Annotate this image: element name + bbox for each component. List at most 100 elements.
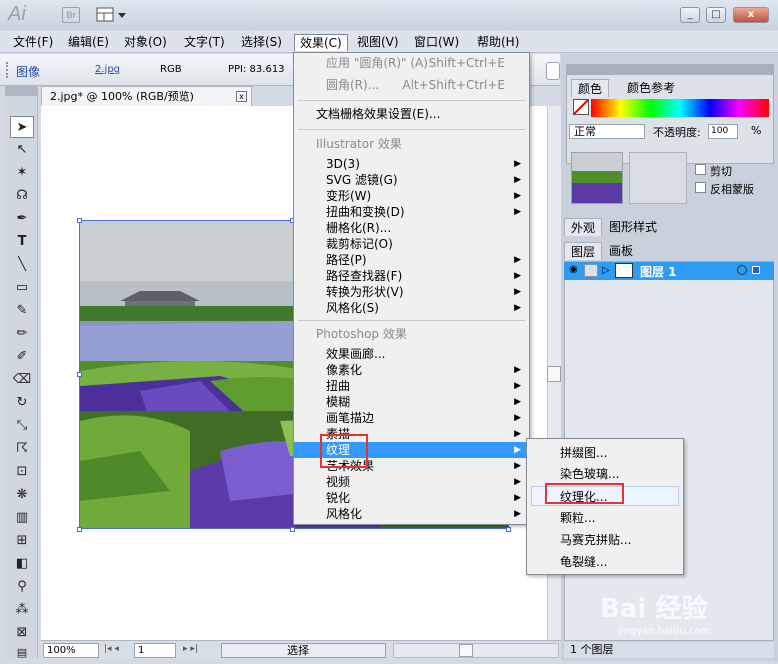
last-effect-item[interactable]: 圆角(R)... Alt+Shift+Ctrl+E	[294, 77, 529, 93]
minimize-button[interactable]: _	[680, 7, 700, 23]
tab-layers[interactable]: 图层	[564, 242, 603, 260]
effect-crop-marks-item[interactable]: 裁剪标记(O)	[294, 236, 529, 252]
blob-brush-tool-icon[interactable]: ✐	[10, 346, 34, 368]
color-spectrum[interactable]	[591, 99, 769, 117]
magic-wand-tool-icon[interactable]: ✶	[10, 162, 34, 184]
effect-brush-strokes-item[interactable]: 画笔描边 ▶	[294, 410, 529, 426]
eye-icon[interactable]: ◉	[569, 264, 578, 275]
close-window-button[interactable]: x	[733, 7, 769, 23]
pencil-tool-icon[interactable]: ✏	[10, 323, 34, 345]
texture-patchwork-item[interactable]: 拼缀图...	[527, 443, 683, 463]
menu-view[interactable]: 视图(V)	[352, 34, 404, 51]
page-field[interactable]: 1	[134, 643, 176, 658]
lock-toggle[interactable]	[584, 264, 598, 277]
scale-tool-icon[interactable]: ⤡	[10, 415, 34, 437]
menu-edit[interactable]: 编辑(E)	[63, 34, 114, 51]
maximize-button[interactable]: □	[706, 7, 726, 23]
vertical-scrollbar-thumb[interactable]	[547, 366, 561, 382]
rectangle-tool-icon[interactable]: ▭	[10, 277, 34, 299]
artboard-tool-icon[interactable]: ⊠	[10, 622, 34, 644]
invert-mask-checkbox[interactable]	[695, 182, 706, 193]
selection-handle[interactable]	[77, 218, 82, 223]
close-tab-icon[interactable]: x	[236, 91, 247, 102]
tab-appearance[interactable]: 外观	[564, 218, 603, 236]
mask-thumbnail[interactable]	[629, 152, 687, 204]
symbol-sprayer-tool-icon[interactable]: ❋	[10, 484, 34, 506]
effect-distort-item[interactable]: 扭曲 ▶	[294, 378, 529, 394]
menu-select[interactable]: 选择(S)	[236, 34, 287, 51]
effect-path-item[interactable]: 路径(P) ▶	[294, 252, 529, 268]
effect-3d-item[interactable]: 3D(3) ▶	[294, 156, 529, 172]
effect-warp-item[interactable]: 变形(W) ▶	[294, 188, 529, 204]
menu-window[interactable]: 窗口(W)	[409, 34, 464, 51]
document-tab[interactable]: 2.jpg* @ 100% (RGB/预览) x	[41, 86, 252, 106]
effect-svg-filters-item[interactable]: SVG 滤镜(G) ▶	[294, 172, 529, 188]
tab-artboards[interactable]: 画板	[603, 242, 639, 260]
status-mode-dropdown[interactable]: 选择	[221, 643, 386, 658]
warp-tool-icon[interactable]: ☈	[10, 438, 34, 460]
menu-type[interactable]: 文字(T)	[179, 34, 230, 51]
effect-stylize-item[interactable]: 风格化(S) ▶	[294, 300, 529, 316]
menu-file[interactable]: 文件(F)	[8, 34, 58, 51]
arrange-documents-button[interactable]	[96, 6, 128, 24]
effect-sharpen-item[interactable]: 锐化 ▶	[294, 490, 529, 506]
layer-row[interactable]: ◉ ▷ 图层 1	[564, 262, 774, 280]
effect-blur-item[interactable]: 模糊 ▶	[294, 394, 529, 410]
toolbox-header[interactable]	[5, 86, 38, 96]
texture-craquelure-item[interactable]: 龟裂缝...	[527, 552, 683, 572]
selection-handle[interactable]	[77, 372, 82, 377]
pen-tool-icon[interactable]: ✒	[10, 208, 34, 230]
blend-mode-dropdown[interactable]: 正常	[569, 124, 645, 139]
effect-gallery-item[interactable]: 效果画廊...	[294, 346, 529, 362]
bridge-button[interactable]: Br	[62, 7, 80, 23]
lasso-tool-icon[interactable]: ☊	[10, 185, 34, 207]
menu-object[interactable]: 对象(O)	[119, 34, 172, 51]
rotate-tool-icon[interactable]: ↻	[10, 392, 34, 414]
selection-handle[interactable]	[77, 527, 82, 532]
effect-ps-stylize-item[interactable]: 风格化 ▶	[294, 506, 529, 522]
effect-pathfinder-item[interactable]: 路径查找器(F) ▶	[294, 268, 529, 284]
zoom-field[interactable]: 100%	[43, 643, 99, 658]
mesh-tool-icon[interactable]: ⊞	[10, 530, 34, 552]
selection-handle[interactable]	[290, 527, 295, 532]
horizontal-scrollbar-thumb[interactable]	[459, 644, 473, 657]
effect-convert-to-shape-item[interactable]: 转换为形状(V) ▶	[294, 284, 529, 300]
menu-effect[interactable]: 效果(C)	[294, 34, 348, 51]
graph-tool-icon[interactable]: ▥	[10, 507, 34, 529]
opacity-input[interactable]: 100	[708, 124, 738, 139]
page-nav-prev-icon[interactable]: |◂ ◂	[104, 644, 119, 654]
no-fill-swatch[interactable]	[573, 99, 589, 115]
tab-graphic-styles[interactable]: 图形样式	[603, 218, 663, 236]
tab-color[interactable]: 颜色	[571, 79, 610, 97]
raster-effects-settings-item[interactable]: 文档栅格效果设置(E)...	[294, 106, 529, 122]
type-tool-icon[interactable]: T	[10, 231, 34, 253]
horizontal-scrollbar[interactable]	[393, 643, 559, 658]
clip-checkbox[interactable]	[695, 164, 706, 175]
color-panel-header[interactable]	[567, 65, 773, 75]
eraser-tool-icon[interactable]: ⌫	[10, 369, 34, 391]
control-dropdown[interactable]	[546, 62, 560, 80]
expand-arrow-icon[interactable]: ▷	[602, 265, 610, 276]
effect-distort-transform-item[interactable]: 扭曲和变换(D) ▶	[294, 204, 529, 220]
direct-selection-tool-icon[interactable]: ↖	[10, 139, 34, 161]
selection-indicator[interactable]	[752, 266, 760, 274]
paintbrush-tool-icon[interactable]: ✎	[10, 300, 34, 322]
effect-pixelate-item[interactable]: 像素化 ▶	[294, 362, 529, 378]
linked-file-link[interactable]: 2.jpg	[95, 64, 120, 75]
effect-rasterize-item[interactable]: 栅格化(R)...	[294, 220, 529, 236]
selection-handle[interactable]	[506, 527, 511, 532]
selection-tool-icon[interactable]: ➤	[10, 116, 34, 138]
line-tool-icon[interactable]: ╲	[10, 254, 34, 276]
texture-grain-item[interactable]: 颗粒...	[527, 508, 683, 528]
gradient-tool-icon[interactable]: ◧	[10, 553, 34, 575]
page-nav-next-icon[interactable]: ▸ ▸|	[183, 644, 198, 654]
free-transform-tool-icon[interactable]: ⊡	[10, 461, 34, 483]
texture-mosaic-tiles-item[interactable]: 马赛克拼贴...	[527, 530, 683, 550]
blend-tool-icon[interactable]: ⁂	[10, 599, 34, 621]
menu-help[interactable]: 帮助(H)	[472, 34, 524, 51]
apply-last-effect-item[interactable]: 应用 "圆角(R)" (A) Shift+Ctrl+E	[294, 55, 529, 71]
effect-video-item[interactable]: 视频 ▶	[294, 474, 529, 490]
eyedropper-tool-icon[interactable]: ⚲	[10, 576, 34, 598]
texture-stained-glass-item[interactable]: 染色玻璃...	[527, 464, 683, 484]
tab-color-guide[interactable]: 颜色参考	[621, 79, 681, 97]
